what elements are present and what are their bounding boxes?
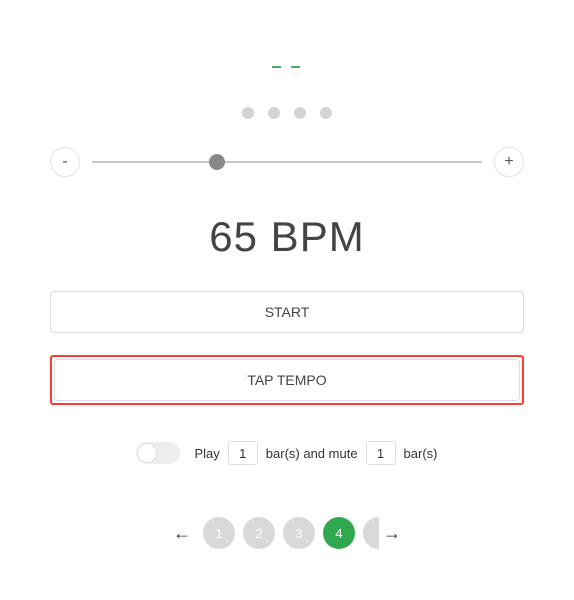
pager-prev-button[interactable]: ←: [169, 523, 195, 544]
beat-dot: [242, 107, 254, 119]
tempo-increase-button[interactable]: +: [494, 147, 524, 177]
mute-bar-controls: Play bar(s) and mute bar(s): [50, 441, 524, 465]
pager-page-next-partial[interactable]: [363, 517, 379, 549]
start-button[interactable]: START: [50, 291, 524, 333]
pager-next-button[interactable]: →: [379, 523, 405, 544]
tap-tempo-button[interactable]: TAP TEMPO: [54, 359, 520, 401]
beat-dot: [320, 107, 332, 119]
beat-dot: [268, 107, 280, 119]
pager-page-1[interactable]: 1: [203, 517, 235, 549]
mute-bars-input[interactable]: [366, 441, 396, 465]
play-bars-input[interactable]: [228, 441, 258, 465]
bars-and-mute-label: bar(s) and mute: [266, 446, 358, 461]
tempo-display: – –: [50, 56, 524, 77]
tempo-slider-row: - +: [50, 147, 524, 177]
tempo-slider[interactable]: [92, 154, 482, 170]
pager-page-3[interactable]: 3: [283, 517, 315, 549]
tap-tempo-highlight: TAP TEMPO: [50, 355, 524, 405]
slider-track: [92, 161, 482, 163]
bpm-readout: 65 BPM: [50, 213, 524, 261]
pager-page-2[interactable]: 2: [243, 517, 275, 549]
play-label: Play: [194, 446, 219, 461]
pager-page-4[interactable]: 4: [323, 517, 355, 549]
beat-dot: [294, 107, 306, 119]
beat-indicator: [50, 107, 524, 119]
tempo-decrease-button[interactable]: -: [50, 147, 80, 177]
mute-toggle[interactable]: [136, 442, 180, 464]
bars-label: bar(s): [404, 446, 438, 461]
time-signature-pager: ← 1 2 3 4 →: [50, 517, 524, 549]
toggle-knob: [137, 443, 157, 463]
slider-thumb[interactable]: [209, 154, 225, 170]
